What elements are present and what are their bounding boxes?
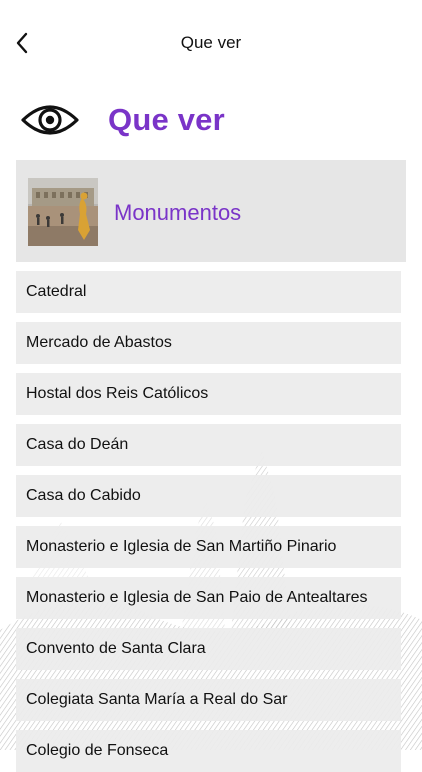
list-item-casa-do-cabido[interactable]: Casa do Cabido — [16, 475, 401, 517]
list-item-convento-de-santa-clara[interactable]: Convento de Santa Clara — [16, 628, 401, 670]
navigation-bar: Que ver — [0, 0, 422, 88]
list-item-colegiata-santa-maria-do-sar[interactable]: Colegiata Santa María a Real do Sar — [16, 679, 401, 721]
list-item-san-martino-pinario[interactable]: Monasterio e Iglesia de San Martiño Pina… — [16, 526, 401, 568]
category-thumbnail — [28, 178, 98, 246]
list-item-colegio-de-fonseca[interactable]: Colegio de Fonseca — [16, 730, 401, 772]
list-item-hostal-dos-reis-catolicos[interactable]: Hostal dos Reis Católicos — [16, 373, 401, 415]
list-item-catedral[interactable]: Catedral — [16, 271, 401, 313]
category-label: Monumentos — [114, 200, 242, 225]
section-header: Que ver — [0, 95, 422, 150]
nav-title: Que ver — [180, 33, 242, 52]
list-item-casa-do-dean[interactable]: Casa do Deán — [16, 424, 401, 466]
eye-icon — [21, 105, 79, 135]
list-item-mercado-de-abastos[interactable]: Mercado de Abastos — [16, 322, 401, 364]
section-title: Que ver — [108, 102, 225, 137]
list-item-san-paio-de-antealtares[interactable]: Monasterio e Iglesia de San Paio de Ante… — [16, 577, 401, 619]
category-monumentos[interactable]: Monumentos — [16, 160, 406, 262]
